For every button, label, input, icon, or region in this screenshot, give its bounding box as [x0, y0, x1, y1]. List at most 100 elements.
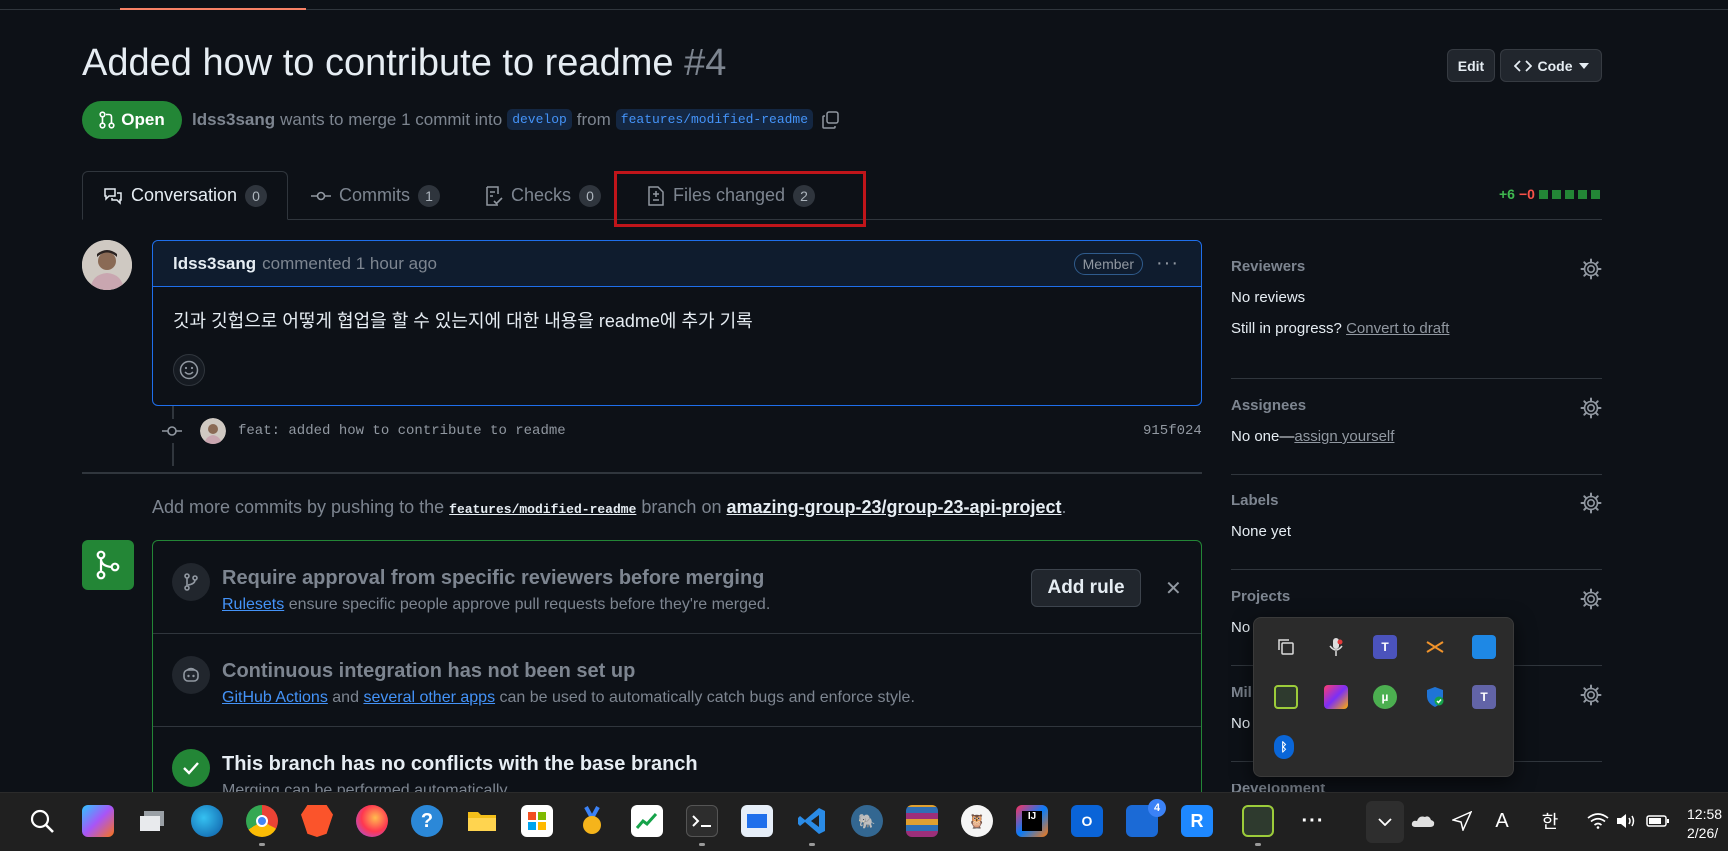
commit-author-avatar[interactable]: [200, 418, 226, 444]
add-rule-button[interactable]: Add rule: [1031, 569, 1141, 607]
diffstat-block: [1538, 189, 1548, 199]
medal-icon[interactable]: [576, 805, 608, 837]
todo-icon[interactable]: 4: [1126, 799, 1166, 837]
gear-icon[interactable]: [1580, 397, 1602, 419]
additions-count: +6: [1499, 186, 1515, 202]
task-view-icon[interactable]: [136, 805, 168, 837]
postgres-icon[interactable]: 🐘: [851, 805, 883, 837]
copilot-robot-icon: [172, 656, 210, 694]
conflicts-section: This branch has no conflicts with the ba…: [153, 727, 1201, 799]
diffstat: +6 −0: [1499, 186, 1600, 202]
gear-icon[interactable]: [1580, 684, 1602, 706]
projects-heading: Projects: [1231, 588, 1291, 605]
owl-icon[interactable]: 🦉: [961, 805, 993, 837]
reviewers-value: No reviews: [1231, 289, 1306, 306]
copy-icon[interactable]: [1274, 635, 1298, 659]
branch-icon: [172, 563, 210, 601]
add-reaction-button[interactable]: [173, 354, 205, 386]
store-icon[interactable]: [521, 805, 553, 837]
battery-icon[interactable]: [1642, 805, 1674, 837]
pr-author-link[interactable]: ldss3sang: [192, 110, 275, 130]
copy-icon[interactable]: [822, 110, 840, 129]
tab-commits[interactable]: Commits 1: [311, 171, 440, 220]
gear-icon[interactable]: [1580, 492, 1602, 514]
pr-meta-text: wants to merge 1 commit into: [280, 109, 503, 129]
file-explorer-icon[interactable]: [466, 805, 498, 837]
base-branch-link[interactable]: develop: [507, 109, 572, 130]
microphone-icon[interactable]: [1324, 635, 1348, 659]
rulesets-link[interactable]: Rulesets: [222, 596, 284, 613]
deletions-count: −0: [1518, 186, 1535, 202]
sourcetree-icon[interactable]: [1423, 635, 1447, 659]
comment-author[interactable]: ldss3sang: [173, 254, 256, 274]
snagit-icon[interactable]: [1274, 685, 1298, 709]
location-icon[interactable]: [1446, 805, 1478, 837]
assign-yourself-link[interactable]: assign yourself: [1294, 428, 1394, 445]
tab-conversation[interactable]: Conversation 0: [82, 171, 289, 220]
running-indicator: [699, 843, 705, 846]
comment-options-button[interactable]: ···: [1156, 253, 1179, 273]
robinhood-icon[interactable]: [631, 805, 663, 837]
sidebar-reviewers: Reviewers No reviews Still in progress? …: [1231, 258, 1602, 379]
commit-sha-link[interactable]: 915f024: [1143, 423, 1202, 439]
volume-icon[interactable]: [1610, 805, 1642, 837]
winrar-icon[interactable]: [906, 805, 938, 837]
comment-timestamp[interactable]: commented 1 hour ago: [262, 254, 437, 274]
get-help-icon[interactable]: ?: [411, 805, 443, 837]
copilot-icon[interactable]: [82, 805, 114, 837]
github-actions-link[interactable]: GitHub Actions: [222, 689, 328, 706]
vscode-icon[interactable]: [796, 805, 828, 837]
firefox-icon[interactable]: [356, 805, 388, 837]
commit-message-link[interactable]: feat: added how to contribute to readme: [238, 423, 566, 439]
snagit-icon[interactable]: [1242, 805, 1274, 837]
author-avatar[interactable]: [82, 240, 132, 290]
clock[interactable]: 12:58 2/26/: [1687, 805, 1722, 843]
ci-title: Continuous integration has not been set …: [222, 660, 636, 682]
other-apps-link[interactable]: several other apps: [363, 689, 495, 706]
edge-icon[interactable]: [191, 805, 223, 837]
convert-to-draft-link[interactable]: Convert to draft: [1346, 320, 1449, 337]
repo-link[interactable]: amazing-group-23/group-23-api-project: [726, 497, 1061, 517]
brave-icon[interactable]: [301, 805, 333, 837]
search-icon[interactable]: [26, 805, 58, 837]
intellij-icon[interactable]: IJ: [1016, 805, 1048, 837]
outlook-icon[interactable]: O: [1071, 805, 1103, 837]
push-branch-name[interactable]: features/modified-readme: [449, 502, 636, 517]
taskbar: ? 🐘 🦉 IJ O 4 R ··· A 한 12:58 2/26/: [0, 792, 1728, 851]
timeline-commit: feat: added how to contribute to readme: [160, 418, 566, 444]
show-hidden-icons-button[interactable]: [1366, 801, 1404, 843]
terminal-icon[interactable]: [686, 805, 718, 837]
defender-icon[interactable]: [1423, 685, 1447, 709]
files-changed-highlight: [614, 171, 866, 227]
development-heading: Development: [1231, 784, 1602, 792]
commit-icon: [160, 419, 184, 443]
diffstat-block: [1577, 189, 1587, 199]
app-blue-icon[interactable]: [1472, 635, 1496, 659]
teams-classic-icon[interactable]: T: [1472, 685, 1496, 709]
gear-icon[interactable]: [1580, 588, 1602, 610]
r-app-icon[interactable]: R: [1181, 805, 1213, 837]
close-icon[interactable]: ✕: [1165, 576, 1182, 601]
utorrent-icon[interactable]: µ: [1373, 685, 1397, 709]
tab-checks[interactable]: Checks 0: [485, 171, 602, 220]
chrome-icon[interactable]: [246, 805, 278, 837]
gear-icon[interactable]: [1580, 258, 1602, 280]
teams-icon[interactable]: T: [1373, 635, 1397, 659]
jetbrains-toolbox-icon[interactable]: [1324, 685, 1348, 709]
onedrive-icon[interactable]: [1407, 805, 1439, 837]
smiley-icon: [179, 360, 199, 380]
check-circle-icon: [172, 749, 210, 787]
running-indicator: [809, 843, 815, 846]
code-icon: [1513, 59, 1532, 72]
clock-time: 12:58: [1687, 806, 1723, 822]
edit-button[interactable]: Edit: [1447, 49, 1495, 82]
input-mode-indicator[interactable]: A: [1486, 805, 1518, 837]
bluetooth-icon[interactable]: ᛒ: [1274, 735, 1294, 759]
diffstat-block: [1551, 189, 1561, 199]
snipping-icon[interactable]: [741, 805, 773, 837]
pr-number: #4: [684, 42, 727, 84]
head-branch-link[interactable]: features/modified-readme: [615, 109, 814, 130]
more-icon[interactable]: ···: [1297, 805, 1329, 837]
code-button[interactable]: Code: [1500, 49, 1602, 82]
korean-ime-indicator[interactable]: 한: [1534, 805, 1566, 837]
